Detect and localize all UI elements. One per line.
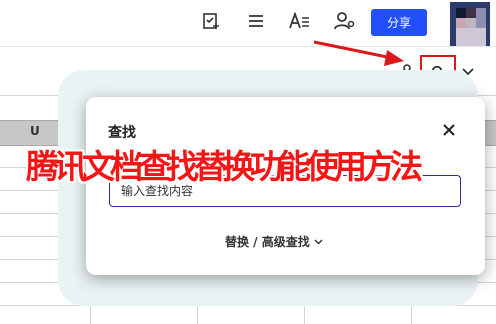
overlay-caption: 腾讯文档查找替换功能使用方法 bbox=[26, 147, 423, 186]
